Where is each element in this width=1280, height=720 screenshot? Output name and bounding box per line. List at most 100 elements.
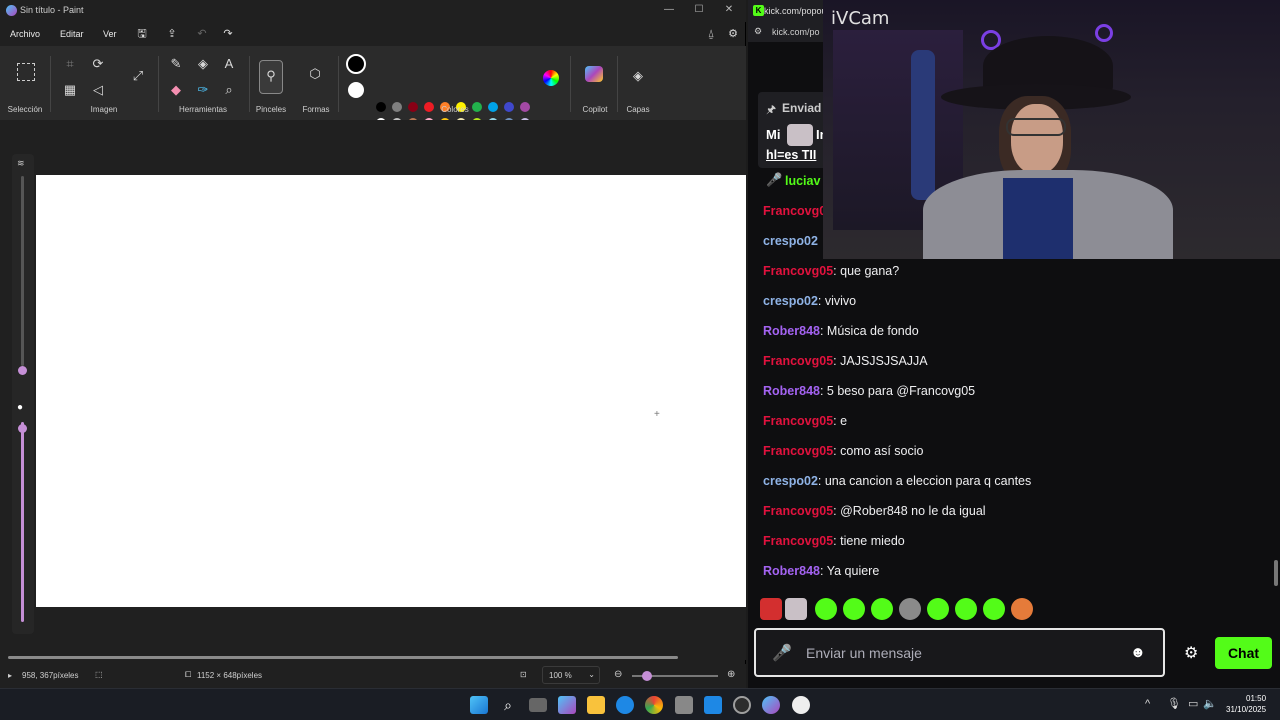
settings-icon[interactable]: ⚙ <box>726 27 740 41</box>
chat-username[interactable]: luciav <box>785 174 820 188</box>
redo-icon[interactable]: ↷ <box>221 27 235 41</box>
volume-icon[interactable]: 🔈 <box>1203 697 1217 710</box>
fit-icon[interactable]: ⊡ <box>520 670 527 679</box>
clock-time[interactable]: 01:50 <box>1246 694 1266 703</box>
emote-icon[interactable] <box>815 598 837 620</box>
chat-username[interactable]: Rober848 <box>763 384 820 398</box>
layers-icon[interactable]: ◈ <box>630 68 646 84</box>
menu-editar[interactable]: Editar <box>60 29 84 39</box>
eraser-icon[interactable]: ◆ <box>168 82 184 98</box>
tray-chevron-icon[interactable]: ^ <box>1145 698 1150 710</box>
pencil-icon[interactable]: ✎ <box>168 56 184 72</box>
chat-username[interactable]: crespo02 <box>763 474 818 488</box>
color-swatch[interactable] <box>504 102 514 112</box>
chat-username[interactable]: Francovg05 <box>763 504 833 518</box>
slider-thumb[interactable] <box>18 366 27 375</box>
primary-color-swatch[interactable] <box>346 54 366 74</box>
task-view-icon[interactable] <box>529 698 547 712</box>
minimize-icon[interactable]: — <box>658 2 680 18</box>
chat-username[interactable]: Francovg05 <box>763 264 833 278</box>
secondary-color-swatch[interactable] <box>348 82 364 98</box>
color-swatch[interactable] <box>376 102 386 112</box>
store-icon[interactable] <box>675 696 693 714</box>
microphone-tray-icon[interactable]: 🎙 <box>1167 697 1181 710</box>
app-icon[interactable] <box>704 696 722 714</box>
site-info-icon[interactable]: ⚙ <box>754 26 762 37</box>
magnifier-icon[interactable]: ⌕ <box>221 82 237 98</box>
chat-username[interactable]: crespo02 <box>763 294 818 308</box>
close-icon[interactable]: ✕ <box>718 2 740 18</box>
paint-taskbar-icon[interactable] <box>762 696 780 714</box>
chat-username[interactable]: Francovg0 <box>763 204 826 218</box>
zoom-in-icon[interactable]: ⊕ <box>727 669 735 680</box>
emote-icon[interactable] <box>785 598 807 620</box>
zoom-dropdown[interactable]: 100 % ⌄ <box>542 666 600 684</box>
edit-colors-icon[interactable] <box>543 70 559 86</box>
color-swatch[interactable] <box>408 102 418 112</box>
brush-icon[interactable]: ⚲ <box>259 60 283 94</box>
opacity-thumb[interactable] <box>18 424 27 433</box>
emote-icon[interactable] <box>955 598 977 620</box>
search-icon[interactable]: ⌕ <box>499 696 517 714</box>
emote-icon[interactable] <box>843 598 865 620</box>
emote-icon[interactable] <box>871 598 893 620</box>
undo-icon[interactable]: ↶ <box>195 27 209 41</box>
edge-icon[interactable] <box>616 696 634 714</box>
group-label-imagen: Imagen <box>90 105 118 114</box>
emote-icon[interactable] <box>927 598 949 620</box>
copilot-icon[interactable] <box>558 696 576 714</box>
save-icon[interactable]: 🖫 <box>135 27 149 41</box>
share-icon[interactable]: ⇪ <box>165 27 179 41</box>
start-icon[interactable] <box>470 696 488 714</box>
app-icon[interactable] <box>733 696 751 714</box>
clock-date[interactable]: 31/10/2025 <box>1226 705 1266 714</box>
crop-icon[interactable]: ⌗ <box>62 56 78 72</box>
chat-username[interactable]: crespo02 <box>763 234 818 248</box>
drawing-canvas[interactable]: + <box>36 175 746 607</box>
account-icon[interactable]: ⍙ <box>704 27 718 41</box>
chat-username[interactable]: Francovg05 <box>763 444 833 458</box>
color-swatch[interactable] <box>392 102 402 112</box>
app-icon[interactable] <box>792 696 810 714</box>
chat-username[interactable]: Francovg05 <box>763 354 833 368</box>
chat-username[interactable]: Rober848 <box>763 564 820 578</box>
mic-icon[interactable]: 🎤 <box>772 643 792 663</box>
chrome-icon[interactable] <box>645 696 663 714</box>
chat-username[interactable]: Francovg05 <box>763 534 833 548</box>
copilot-icon[interactable] <box>585 66 603 82</box>
brush-size-slider[interactable]: ≋ ● <box>12 154 34 634</box>
color-swatch[interactable] <box>488 102 498 112</box>
crosshair-cursor: + <box>654 409 660 420</box>
selection-icon[interactable] <box>17 63 35 81</box>
text-icon[interactable]: A <box>221 56 237 72</box>
chat-scrollbar[interactable] <box>1274 560 1278 586</box>
emote-icon[interactable] <box>983 598 1005 620</box>
chat-username[interactable]: Rober848 <box>763 324 820 338</box>
fill-icon[interactable]: ◈ <box>195 56 211 72</box>
menu-archivo[interactable]: Archivo <box>10 29 40 39</box>
horizontal-scrollbar[interactable] <box>8 656 678 659</box>
group-label-seleccion: Selección <box>7 105 43 114</box>
color-picker-icon[interactable]: ✑ <box>195 82 211 98</box>
send-chat-button[interactable]: Chat <box>1215 637 1272 669</box>
rotate-icon[interactable]: ⟳ <box>90 56 106 72</box>
emote-icon[interactable] <box>760 598 782 620</box>
maximize-icon[interactable]: ☐ <box>688 2 710 18</box>
chat-settings-icon[interactable]: ⚙ <box>1184 643 1198 663</box>
shapes-icon[interactable]: ⬡ <box>307 66 323 82</box>
chat-username[interactable]: Francovg05 <box>763 414 833 428</box>
emoji-icon[interactable]: ☻ <box>1130 644 1146 661</box>
color-swatch[interactable] <box>520 102 530 112</box>
file-explorer-icon[interactable] <box>587 696 605 714</box>
chat-message: Rober848: Ya quiere <box>763 564 879 578</box>
image-select-icon[interactable]: ▦ <box>62 82 78 98</box>
emote-icon[interactable] <box>899 598 921 620</box>
resize-icon[interactable]: ⤢ <box>130 68 146 84</box>
emote-icon[interactable] <box>1011 598 1033 620</box>
flip-icon[interactable]: ◁ <box>90 82 106 98</box>
zoom-out-icon[interactable]: ⊖ <box>614 669 622 680</box>
network-icon[interactable]: ▭ <box>1188 697 1198 710</box>
menu-ver[interactable]: Ver <box>103 29 117 39</box>
chat-input[interactable]: 🎤 Enviar un mensaje ☻ <box>754 628 1165 677</box>
zoom-slider-thumb[interactable] <box>642 671 652 681</box>
